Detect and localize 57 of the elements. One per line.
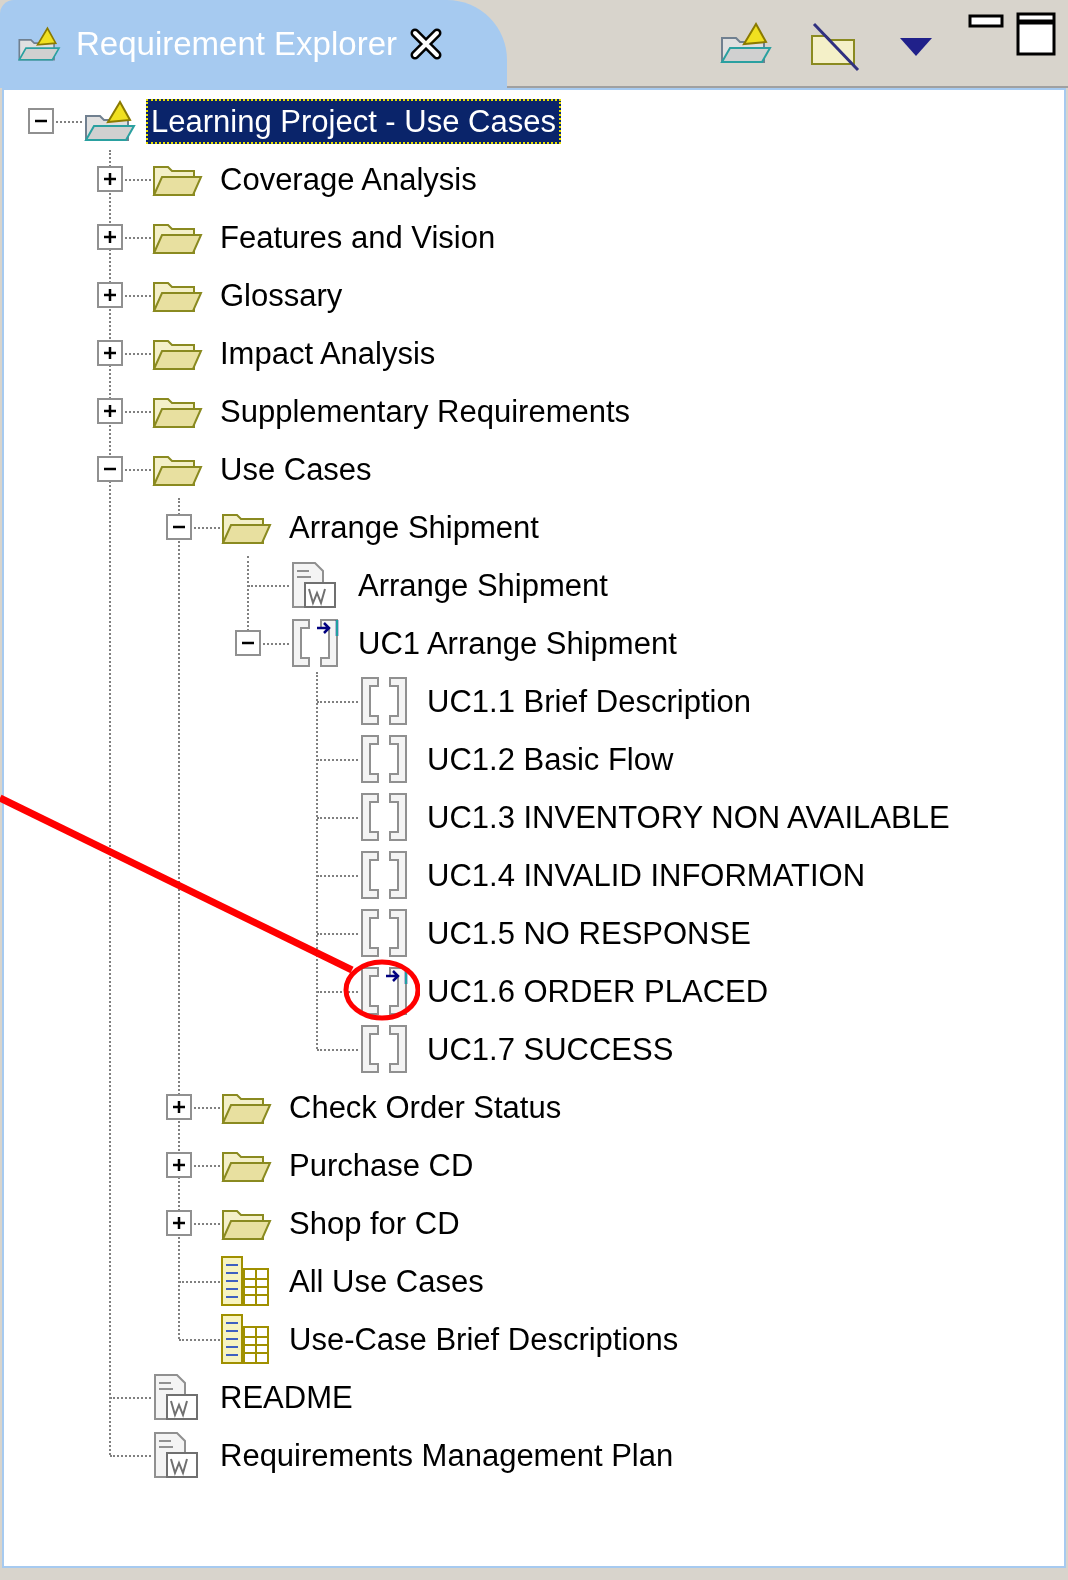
tree-item-label[interactable]: Purchase CD (284, 1142, 479, 1188)
expand-toggle[interactable] (97, 166, 123, 192)
tree-item-label[interactable]: Supplementary Requirements (215, 388, 636, 434)
bracket-icon (358, 1024, 410, 1074)
tree-item-label[interactable]: UC1.5 NO RESPONSE (422, 910, 756, 956)
plus-icon (102, 345, 118, 361)
table-icon (220, 1313, 272, 1365)
expand-toggle[interactable] (166, 1152, 192, 1178)
maximize-icon[interactable] (1016, 12, 1056, 56)
tree-item-label[interactable]: Check Order Status (284, 1084, 567, 1130)
tree-item-label[interactable]: UC1.6 ORDER PLACED (422, 968, 774, 1014)
tree-item-label[interactable]: Arrange Shipment (284, 504, 544, 550)
collapse-toggle[interactable] (166, 514, 192, 540)
plus-icon (102, 229, 118, 245)
expand-toggle[interactable] (97, 340, 123, 366)
plus-icon (102, 171, 118, 187)
tree-item-label[interactable]: README (215, 1374, 358, 1420)
close-icon[interactable] (409, 27, 443, 61)
expand-toggle[interactable] (97, 224, 123, 250)
expand-toggle[interactable] (166, 1094, 192, 1120)
tree-item-label[interactable]: UC1.2 Basic Flow (422, 736, 679, 782)
tree-item-label[interactable]: Shop for CD (284, 1200, 465, 1246)
bracket-arrow-icon (358, 966, 410, 1016)
tree-item-label[interactable]: Features and Vision (215, 214, 501, 260)
expand-toggle[interactable] (97, 282, 123, 308)
bracket-icon (358, 908, 410, 958)
plus-icon (171, 1099, 187, 1115)
expand-toggle[interactable] (97, 398, 123, 424)
view-title: Requirement Explorer (76, 24, 397, 65)
tree-item-label[interactable]: Glossary (215, 272, 348, 318)
tree-item-label[interactable]: UC1.7 SUCCESS (422, 1026, 679, 1072)
collapse-toggle[interactable] (97, 456, 123, 482)
bracket-icon (358, 676, 410, 726)
collapse-toggle[interactable] (235, 630, 261, 656)
tree-item-label[interactable]: Requirements Management Plan (215, 1432, 679, 1478)
collapse-toggle[interactable] (28, 108, 54, 134)
expand-toggle[interactable] (166, 1210, 192, 1236)
plus-icon (171, 1215, 187, 1231)
plus-icon (171, 1157, 187, 1173)
tree-item-label[interactable]: Use Cases (215, 446, 377, 492)
tree-item-label[interactable]: UC1.4 INVALID INFORMATION (422, 852, 871, 898)
tree-item-label[interactable]: Use-Case Brief Descriptions (284, 1316, 684, 1362)
bracket-icon (358, 850, 410, 900)
bracket-icon (358, 734, 410, 784)
plus-icon (102, 287, 118, 303)
tree-item-label[interactable]: Arrange Shipment (353, 562, 613, 608)
tree-item-label[interactable]: Impact Analysis (215, 330, 441, 376)
table-icon (220, 1255, 272, 1307)
bracket-arrow-icon (289, 618, 341, 668)
tree-item-label[interactable]: Learning Project - Use Cases (146, 98, 561, 144)
tree-item-label[interactable]: All Use Cases (284, 1258, 489, 1304)
tree-item-label[interactable]: UC1.3 INVENTORY NON AVAILABLE (422, 794, 955, 840)
bracket-icon (358, 792, 410, 842)
tree-item-label[interactable]: UC1.1 Brief Description (422, 678, 756, 724)
plus-icon (102, 403, 118, 419)
tree-item-label[interactable]: UC1 Arrange Shipment (353, 620, 682, 666)
tree-item-label[interactable]: Coverage Analysis (215, 156, 482, 202)
